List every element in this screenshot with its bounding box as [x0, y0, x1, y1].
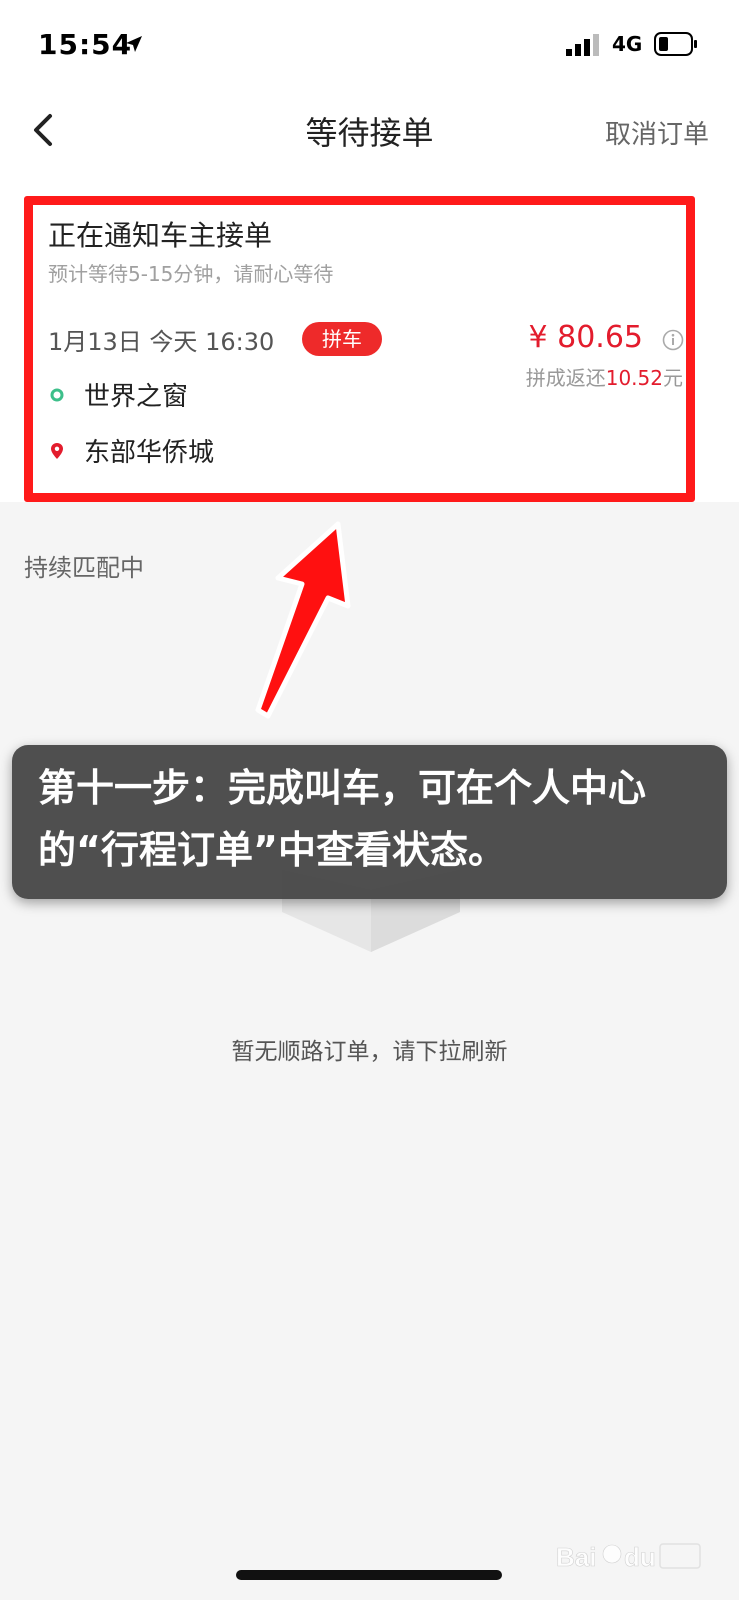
tutorial-arrow-icon: [255, 521, 351, 719]
svg-text:Bai: Bai: [556, 1542, 596, 1572]
network-label: 4G: [612, 32, 643, 56]
battery-icon: [654, 32, 697, 56]
matching-status: 持续匹配中: [24, 554, 144, 582]
cellular-signal-icon: [566, 34, 599, 56]
tutorial-caption-text: 第十一步：完成叫车，可在个人中心的“行程订单”中查看状态。: [38, 766, 647, 872]
empty-state-message: 暂无顺路订单，请下拉刷新: [231, 1039, 508, 1065]
nav-bar: 等待接单 取消订单: [0, 90, 739, 172]
status-time: 15:54: [38, 28, 133, 61]
cancel-order-button[interactable]: 取消订单: [605, 114, 709, 151]
home-indicator[interactable]: [236, 1570, 502, 1580]
location-arrow-icon: [126, 36, 142, 52]
highlight-frame: [24, 196, 695, 502]
baidu-jingyan-watermark-icon: Bai du: [556, 1542, 701, 1572]
tutorial-caption: 第十一步：完成叫车，可在个人中心的“行程订单”中查看状态。: [12, 745, 727, 899]
svg-text:du: du: [624, 1542, 656, 1572]
status-bar: 15:54 4G: [0, 0, 739, 90]
